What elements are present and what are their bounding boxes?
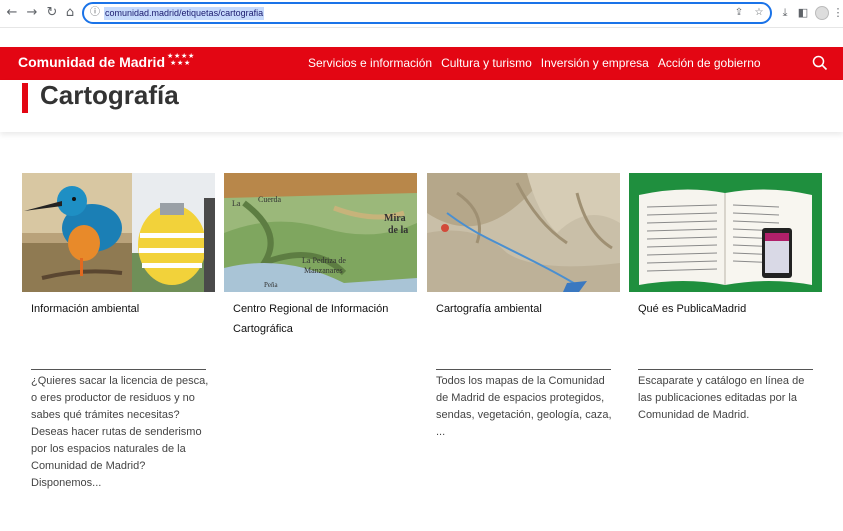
card-informacion-ambiental: Información ambiental ¿Quieres sacar la … xyxy=(22,173,215,489)
map-label-cuerda: Cuerda xyxy=(258,195,282,204)
card-description: ¿Quieres sacar la licencia de pesca, o e… xyxy=(31,375,209,489)
title-accent-bar xyxy=(22,83,28,113)
forward-icon[interactable]: → xyxy=(24,5,40,21)
card-publicamadrid: Qué es PublicaMadrid Escaparate y catálo… xyxy=(629,173,822,421)
card-description: Escaparate y catálogo en línea de las pu… xyxy=(638,375,805,421)
card-centro-regional: La Cuerda Mira de la La Pedriza de Manza… xyxy=(224,173,417,339)
card-divider xyxy=(31,369,206,370)
page-title-band: Cartografía xyxy=(0,80,843,132)
nav-gobierno[interactable]: Acción de gobierno xyxy=(658,56,761,70)
madrid-stars-logo: ★ ★ ★ ★ ★ ★ ★ xyxy=(167,52,195,67)
site-info-icon[interactable]: ⓘ xyxy=(90,7,102,19)
relief-map-image[interactable]: La Cuerda Mira de la La Pedriza de Manza… xyxy=(224,173,417,292)
card-title[interactable]: Centro Regional de Información Cartográf… xyxy=(233,299,417,339)
home-icon[interactable]: ⌂ xyxy=(62,5,78,21)
address-url[interactable]: comunidad.madrid/etiquetas/cartografia xyxy=(104,7,265,20)
profile-avatar[interactable] xyxy=(815,6,829,20)
nav-servicios[interactable]: Servicios e información xyxy=(308,56,432,70)
back-icon[interactable]: ← xyxy=(4,5,20,21)
main-navigation: Servicios e información Cultura y turism… xyxy=(308,56,761,70)
map-label-mira: Mira xyxy=(384,213,406,224)
map-label-de-la: de la xyxy=(388,225,408,236)
map-label-manzanares: Manzanares xyxy=(304,266,343,275)
card-divider xyxy=(436,369,611,370)
kingfisher-water-tower-image[interactable] xyxy=(22,173,215,292)
map-label-pedriza: La Pedriza de xyxy=(302,256,346,265)
card-cartografia-ambiental: Cartografía ambiental Todos los mapas de… xyxy=(427,173,620,438)
card-description: Todos los mapas de la Comunidad de Madri… xyxy=(436,375,612,438)
card-title[interactable]: Cartografía ambiental xyxy=(436,299,620,319)
site-header: Comunidad de Madrid ★ ★ ★ ★ ★ ★ ★ Servic… xyxy=(0,47,843,80)
bookmark-star-icon[interactable]: ☆ xyxy=(752,6,766,20)
card-title[interactable]: Qué es PublicaMadrid xyxy=(638,299,822,319)
page-title: Cartografía xyxy=(40,80,179,110)
map-label-pena: Peña xyxy=(264,281,279,289)
terrain-map-image[interactable] xyxy=(427,173,620,292)
card-divider xyxy=(638,369,813,370)
side-panel-icon[interactable]: ◧ xyxy=(795,5,811,21)
download-icon[interactable]: ⤓ xyxy=(777,5,793,21)
reload-icon[interactable]: ↻ xyxy=(44,5,60,21)
open-book-image[interactable] xyxy=(629,173,822,292)
map-label-la: La xyxy=(232,199,241,208)
nav-cultura[interactable]: Cultura y turismo xyxy=(441,56,532,70)
search-icon[interactable] xyxy=(812,55,828,71)
card-title[interactable]: Información ambiental xyxy=(31,299,215,319)
menu-icon[interactable]: ⋮ xyxy=(830,5,843,21)
address-bar[interactable]: ⓘ comunidad.madrid/etiquetas/cartografia… xyxy=(82,2,772,24)
nav-inversion[interactable]: Inversión y empresa xyxy=(541,56,649,70)
brand-logo-text[interactable]: Comunidad de Madrid xyxy=(18,54,165,70)
browser-toolbar: ← → ↻ ⌂ ⓘ comunidad.madrid/etiquetas/car… xyxy=(0,0,843,28)
share-icon[interactable]: ⇪ xyxy=(732,6,746,20)
